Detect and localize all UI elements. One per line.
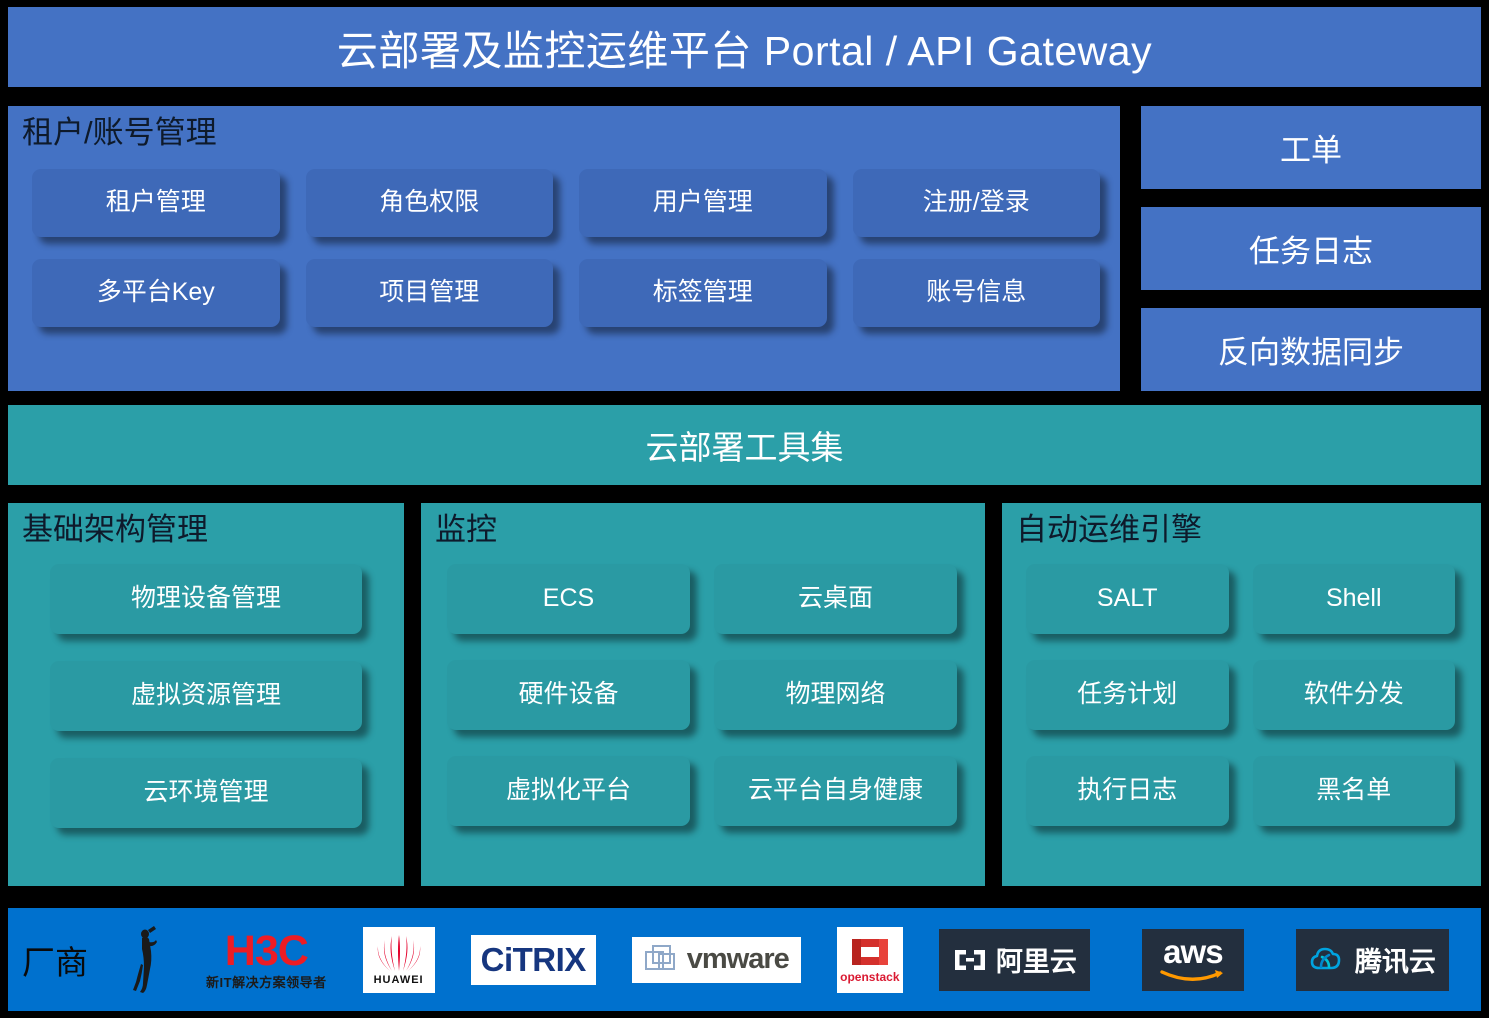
tencentcloud-logo-icon: 腾讯云 [1295, 928, 1449, 991]
tile-multi-platform-key[interactable]: 多平台Key [32, 258, 280, 327]
infra-tile-grid: 物理设备管理 虚拟资源管理 云环境管理 [8, 550, 404, 828]
aws-smile-arrow-glyph [1160, 970, 1223, 982]
infrastructure-panel: 基础架构管理 物理设备管理 虚拟资源管理 云环境管理 [8, 503, 404, 886]
h3c-wordmark: H3C [224, 927, 309, 975]
monitor-tile-grid: ECS 云桌面 硬件设备 物理网络 虚拟化平台 云平台 自身健康 [421, 550, 985, 826]
tile-cloud-desktop[interactable]: 云桌面 [714, 563, 957, 634]
tile-account-info[interactable]: 账号信息 [852, 258, 1100, 327]
citrix-logo-icon: CiTRIX [470, 929, 596, 991]
platform-header: 云部署及监控运维平台 Portal / API Gateway [8, 7, 1481, 87]
tile-software-distribution[interactable]: 软件分发 [1252, 659, 1455, 730]
tile-salt[interactable]: SALT [1026, 563, 1229, 634]
statue-figure-glyph [133, 925, 157, 993]
tile-hardware-device[interactable]: 硬件设备 [447, 659, 690, 730]
huawei-flower-glyph [377, 935, 420, 971]
right-side-stack: 工单 任务日志 反向数据同步 [1141, 106, 1481, 391]
huawei-logo-icon: HUAWEI [362, 926, 435, 993]
aliyun-logo-icon: 阿里云 [938, 928, 1090, 991]
h3c-logo-icon: H3C 新IT解决方案领导者 [206, 929, 327, 991]
autoops-panel-heading: 自动运维引擎 [1016, 512, 1202, 547]
tencent-cloud-glyph [1310, 947, 1341, 969]
vendor-bar: 厂商 H3C 新IT解决方案领导者 HUAWEI CiTRIX vmware o… [8, 908, 1481, 1011]
block-task-log[interactable]: 任务日志 [1141, 207, 1481, 290]
infra-panel-heading: 基础架构管理 [22, 512, 208, 547]
vmware-squares-glyph [644, 944, 675, 970]
tile-shell[interactable]: Shell [1252, 563, 1455, 634]
block-reverse-data-sync[interactable]: 反向数据同步 [1141, 308, 1481, 391]
aliyun-bracket-glyph [954, 949, 985, 970]
tile-tag-management[interactable]: 标签管理 [579, 258, 827, 327]
statue-figure-icon [124, 925, 170, 993]
tencentcloud-wordmark: 腾讯云 [1354, 947, 1436, 977]
tile-role-permission[interactable]: 角色权限 [305, 168, 553, 237]
tile-task-schedule[interactable]: 任务计划 [1026, 659, 1229, 730]
tile-cloud-environment-management[interactable]: 云环境管理 [50, 757, 362, 828]
openstack-wordmark: openstack [840, 969, 900, 984]
tenant-panel-heading: 租户/账号管理 [22, 115, 217, 150]
cloud-deploy-toolset-band: 云部署工具集 [8, 405, 1481, 485]
tile-tenant-management[interactable]: 租户管理 [32, 168, 280, 237]
aliyun-wordmark: 阿里云 [995, 947, 1077, 977]
vendor-logo-list: H3C 新IT解决方案领导者 HUAWEI CiTRIX vmware open… [106, 908, 1481, 1011]
tile-register-login[interactable]: 注册/登录 [852, 168, 1100, 237]
autoops-tile-grid: SALT Shell 任务计划 软件分发 执行日志 黑名单 [1002, 550, 1481, 826]
citrix-wordmark: CiTRIX [480, 940, 587, 978]
tile-physical-network[interactable]: 物理网络 [714, 659, 957, 730]
monitoring-panel: 监控 ECS 云桌面 硬件设备 物理网络 虚拟化平台 云平台 自身健康 [421, 503, 985, 886]
toolset-band-title: 云部署工具集 [645, 429, 844, 466]
huawei-wordmark: HUAWEI [373, 974, 424, 986]
openstack-logo-icon: openstack [836, 926, 903, 993]
tile-execution-log[interactable]: 执行日志 [1026, 755, 1229, 826]
vendor-bar-label: 厂商 [22, 943, 88, 981]
tile-user-management[interactable]: 用户管理 [579, 168, 827, 237]
tile-cloud-platform-self-health[interactable]: 云平台 自身健康 [714, 755, 957, 826]
vmware-logo-icon: vmware [631, 929, 801, 991]
tile-blacklist[interactable]: 黑名单 [1252, 755, 1455, 826]
diagram-canvas: 云部署及监控运维平台 Portal / API Gateway 租户/账号管理 … [0, 0, 1489, 1018]
tile-physical-device-management[interactable]: 物理设备管理 [50, 563, 362, 634]
auto-ops-engine-panel: 自动运维引擎 SALT Shell 任务计划 软件分发 执行日志 黑名单 [1002, 503, 1481, 886]
aws-wordmark: aws [1163, 932, 1223, 970]
page-title: 云部署及监控运维平台 Portal / API Gateway [336, 28, 1153, 74]
aws-logo-icon: aws [1126, 928, 1260, 991]
monitor-panel-heading: 监控 [435, 512, 497, 547]
teal-panel-row: 基础架构管理 物理设备管理 虚拟资源管理 云环境管理 监控 ECS 云桌面 硬件… [8, 503, 1481, 886]
vmware-wordmark: vmware [686, 943, 790, 975]
h3c-tagline: 新IT解决方案领导者 [206, 975, 327, 990]
block-work-order[interactable]: 工单 [1141, 106, 1481, 189]
tile-project-management[interactable]: 项目管理 [305, 258, 553, 327]
tile-virtualization-platform[interactable]: 虚拟化平台 [447, 755, 690, 826]
tile-ecs[interactable]: ECS [447, 563, 690, 634]
tenant-tile-grid: 租户管理 角色权限 用户管理 注册/登录 多平台Key 项目管理 标签管理 账号… [8, 153, 1120, 327]
tile-virtual-resource-management[interactable]: 虚拟资源管理 [50, 660, 362, 731]
tenant-account-panel: 租户/账号管理 租户管理 角色权限 用户管理 注册/登录 多平台Key 项目管理… [8, 106, 1120, 391]
openstack-cube-glyph [851, 938, 888, 965]
